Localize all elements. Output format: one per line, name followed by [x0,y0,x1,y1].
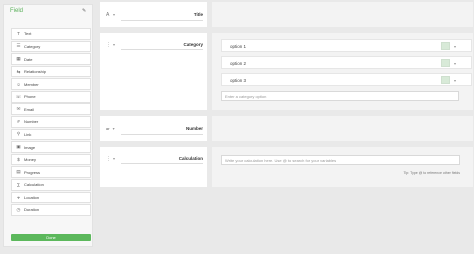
field-type-location[interactable]: ⌖ Location [11,191,91,204]
calculation-icon: ∑ [16,182,21,188]
category-option[interactable]: option 2 ▾ [221,56,472,69]
field-type-label: Duration [24,207,40,213]
field-type-money[interactable]: $ Money [11,153,91,166]
pin-icon[interactable]: ✎ [82,9,87,14]
category-option[interactable]: option 1 ▾ [221,39,472,52]
field-type-label: Image [24,144,36,150]
number-prefix[interactable]: or [106,126,110,131]
calculation-input[interactable]: Write your calculation here. Use @ to se… [221,155,460,165]
member-icon: ☺ [16,81,21,87]
option-label[interactable]: option 1 [230,44,246,49]
field-type-email[interactable]: ✉ Email [11,103,91,116]
field-type-phone[interactable]: ☏ Phone [11,90,91,103]
text-type-icon[interactable]: A [106,12,112,18]
field-name-number[interactable]: Number [186,126,203,131]
drag-handle-icon[interactable]: ⋮ [106,42,112,48]
field-type-number[interactable]: # Number [11,116,91,128]
field-type-label: Text [24,31,32,37]
category-option[interactable]: option 3 ▾ [221,73,472,86]
chevron-down-icon[interactable]: ▾ [454,61,456,66]
field-name-underline [121,134,203,135]
number-icon: # [17,119,20,125]
field-type-progress[interactable]: ▤ Progress [11,166,91,179]
chevron-down-icon[interactable]: ▾ [454,44,456,49]
field-type-label: Email [24,106,35,112]
field-type-label: Link [24,131,32,137]
number-field-panel [212,116,473,141]
text-icon: T [17,31,20,37]
field-sidebar: Field ✎ T Text ☰ Category ▦ Date ⇆ Relat… [3,4,93,247]
field-name-category[interactable]: Category [183,42,203,47]
field-name-calculation[interactable]: Calculation [179,156,203,161]
field-type-calculation[interactable]: ∑ Calculation [11,178,91,191]
progress-icon: ▤ [16,169,21,175]
link-icon: ⚲ [16,131,21,137]
field-type-label: Phone [24,94,36,100]
chevron-down-icon[interactable]: ▾ [113,126,115,131]
relationship-icon: ⇆ [16,68,21,74]
category-field-card: ⋮ ▾ Category [100,33,207,110]
calculation-tip: Tip: Type @ to reference other fields [403,171,460,175]
field-type-label: Money [24,157,37,163]
color-swatch[interactable] [441,76,450,84]
field-type-text[interactable]: T Text [11,28,91,40]
chevron-down-icon[interactable]: ▾ [113,156,115,161]
field-name-title[interactable]: Title [194,12,203,17]
field-type-label: Member [24,81,39,87]
option-label[interactable]: option 3 [230,78,246,83]
title-field-card: A ▾ Title [100,2,207,27]
color-swatch[interactable] [441,59,450,67]
location-icon: ⌖ [17,194,20,200]
chevron-down-icon[interactable]: ▾ [454,78,456,83]
field-type-label: Progress [24,169,41,175]
field-name-underline [121,20,203,21]
image-icon: ▣ [16,144,21,150]
field-type-category[interactable]: ☰ Category [11,40,91,53]
category-options-panel: option 1 ▾ option 2 ▾ option 3 ▾ Enter a… [212,33,473,110]
field-type-date[interactable]: ▦ Date [11,53,91,65]
calculation-panel: Write your calculation here. Use @ to se… [212,147,473,187]
chevron-down-icon[interactable]: ▾ [113,42,115,47]
calendar-icon: ▦ [16,56,21,61]
field-type-link[interactable]: ⚲ Link [11,128,91,141]
field-name-underline [121,163,203,164]
field-type-label: Calculation [24,182,44,188]
number-field-card: or ▾ Number [100,116,207,141]
option-label[interactable]: option 2 [230,61,246,66]
field-type-label: Date [24,56,33,62]
sidebar-title: Field [10,8,24,14]
field-type-label: Number [24,119,39,125]
field-type-duration[interactable]: ◷ Duration [11,204,91,216]
field-type-label: Location [24,194,40,200]
field-type-label: Category [24,43,41,49]
field-type-image[interactable]: ▣ Image [11,141,91,153]
field-type-member[interactable]: ☺ Member [11,78,91,90]
duration-icon: ◷ [16,206,21,212]
title-field-panel [212,2,473,27]
category-icon: ☰ [16,43,21,49]
field-type-label: Relationship [24,69,47,75]
field-type-list: T Text ☰ Category ▦ Date ⇆ Relationship … [11,28,91,217]
color-swatch[interactable] [441,42,450,50]
done-button[interactable]: Done [11,234,91,241]
email-icon: ✉ [16,106,21,112]
money-icon: $ [17,157,20,163]
field-name-underline [121,49,203,50]
calculation-field-card: ⋮ ▾ Calculation [100,147,207,187]
add-category-option-input[interactable]: Enter a category option [221,91,459,101]
chevron-down-icon[interactable]: ▾ [113,12,115,17]
drag-handle-icon[interactable]: ⋮ [106,156,112,162]
phone-icon: ☏ [15,93,22,99]
field-type-relationship[interactable]: ⇆ Relationship [11,65,91,78]
